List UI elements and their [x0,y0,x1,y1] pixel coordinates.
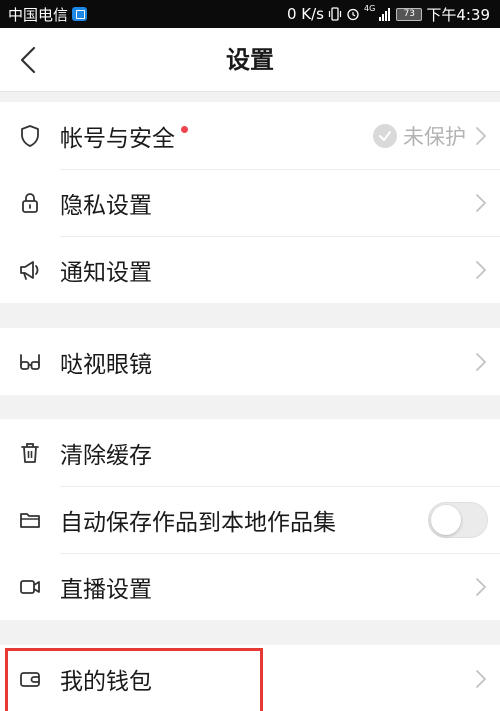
row-label: 哒视眼镜 [60,351,152,378]
chevron-right-icon [476,669,486,688]
chevron-right-icon [476,577,486,596]
settings-group-storage: 清除缓存 自动保存作品到本地作品集 直播设置 [0,419,500,620]
chevron-right-icon [476,126,486,145]
row-label: 直播设置 [60,576,152,603]
title-bar: 设置 [0,28,500,92]
row-glasses[interactable]: 哒视眼镜 [0,328,500,395]
auto-save-toggle[interactable] [428,501,488,538]
row-label: 通知设置 [60,259,152,286]
row-clear-cache[interactable]: 清除缓存 [0,419,500,486]
network-speed: 0 K/s [286,5,325,23]
row-privacy-settings[interactable]: 隐私设置 [0,169,500,236]
page-title: 设置 [226,46,274,74]
carrier-label: 中国电信 [8,5,69,24]
row-label: 清除缓存 [60,442,152,469]
wallet-icon [20,671,40,687]
row-label: 自动保存作品到本地作品集 [60,509,336,536]
settings-group-wallet: 我的钱包 [0,645,500,711]
settings-group-account: 帐号与安全 未保护 隐私设置 通知设置 [0,102,500,303]
network-type: 4G [364,3,376,13]
row-notification-settings[interactable]: 通知设置 [0,236,500,303]
battery-level: 73 [403,9,416,19]
glasses-icon [20,353,40,370]
row-account-security[interactable]: 帐号与安全 未保护 [0,102,500,169]
vibrate-icon [328,7,342,21]
row-label: 隐私设置 [60,192,152,219]
settings-group-glasses: 哒视眼镜 [0,328,500,395]
protection-status-text: 未保护 [403,124,466,149]
chevron-right-icon [476,193,486,212]
row-label: 帐号与安全 [60,125,175,152]
megaphone-icon [20,260,39,280]
folder-icon [20,512,40,528]
toggle-knob [431,504,461,535]
row-wallet[interactable]: 我的钱包 [0,645,500,711]
alarm-icon [347,8,359,21]
hd-icon [72,7,88,21]
lock-icon [22,192,38,213]
row-auto-save: 自动保存作品到本地作品集 [0,486,500,553]
protection-status: 未保护 [373,121,466,151]
shield-icon [21,124,39,147]
row-live-settings[interactable]: 直播设置 [0,553,500,620]
new-badge-dot [181,126,188,133]
signal-icon [379,7,391,21]
chevron-right-icon [476,260,486,279]
trash-icon [21,442,39,463]
status-bar: 中国电信 0 K/s 4G 73 下午4:39 [0,0,500,28]
check-icon [373,123,397,148]
chevron-right-icon [476,352,486,371]
video-camera-icon [20,579,40,594]
battery-icon: 73 [396,7,423,21]
row-label: 我的钱包 [60,668,152,695]
clock: 下午4:39 [426,5,490,24]
